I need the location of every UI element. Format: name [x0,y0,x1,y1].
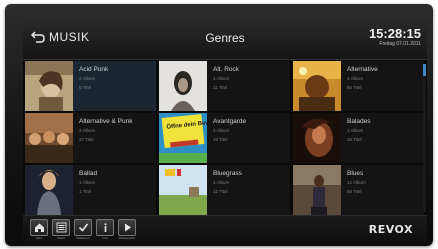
genre-name: Alternative & Punk [79,118,133,125]
genre-track-count: 38 Titel [213,137,228,142]
genre-tile-acid-punk[interactable]: Acid Punk 2 Album 6 Titel [25,61,156,111]
album-cover [293,165,341,215]
genre-tile-alternative[interactable]: Alternative 4 Album 55 Titel [293,61,424,111]
mark-button[interactable]: Markieren [74,219,92,241]
genre-album-count: 1 Album [79,180,96,185]
play-button[interactable]: Wiedergabe [118,219,136,241]
screen: MUSIK Genres 15:28:15 Freitag 07.01.2011 [23,18,427,244]
genre-tile-avantgarde[interactable]: Öffne dein Bewusstsein Avantgarde 2 Albu… [159,113,290,163]
info-icon [104,223,106,232]
album-cover: Öffne dein Bewusstsein [159,113,207,163]
menu-icon [56,222,66,233]
genre-tile-alt-rock[interactable]: Alt. Rock 1 Album 11 Titel [159,61,290,111]
scrollbar[interactable] [423,64,426,212]
genre-tile-alternative-punk[interactable]: Alternative & Punk 2 Album 27 Titel [25,113,156,163]
genre-tile-blues[interactable]: Blues 12 Album 88 Titel [293,165,424,215]
album-cover [25,61,73,111]
genre-tile-ballad[interactable]: Ballad 1 Album 1 Titel [25,165,156,215]
start-label: Start [35,236,43,240]
home-icon [34,223,44,232]
album-cover [293,61,341,111]
info-button[interactable]: Info [96,219,114,241]
mark-label: Markieren [76,236,90,240]
genre-album-count: 2 Album [79,128,96,133]
genre-album-count: 4 Album [347,76,364,81]
genre-track-count: 11 Titel [213,85,228,90]
play-icon [124,223,131,232]
genre-track-count: 1 Titel [79,189,92,194]
start-button[interactable]: Start [30,219,48,241]
genre-album-count: 1 Album [213,76,230,81]
page-title: Genres [205,31,245,45]
genre-name: Avantgarde [213,118,247,125]
genre-album-count: 1 Album [347,128,364,133]
info-label: Info [102,236,108,240]
genre-name: Blues [347,170,364,177]
album-cover [159,61,207,111]
bottom-toolbar: Start Menü Markieren Info Wiedergabe REV… [23,215,427,244]
genre-track-count: 27 Titel [79,137,94,142]
genre-track-count: 55 Titel [347,85,362,90]
genre-name: Acid Punk [79,66,109,73]
scrollbar-thumb[interactable] [423,64,426,76]
album-cover [159,165,207,215]
genre-grid: Acid Punk 2 Album 6 Titel Alt. Rock 1 Al… [23,61,427,215]
genre-album-count: 1 Album [213,180,230,185]
genre-tile-bluegrass[interactable]: Bluegrass 1 Album 12 Titel [159,165,290,215]
check-icon [78,223,88,232]
header-bar: MUSIK Genres 15:28:15 Freitag 07.01.2011 [23,18,427,60]
album-cover [25,113,73,163]
menu-button[interactable]: Menü [52,219,70,241]
genre-track-count: 16 Titel [347,137,362,142]
genre-track-count: 6 Titel [79,85,92,90]
device-bezel: MUSIK Genres 15:28:15 Freitag 07.01.2011 [5,4,433,246]
clock-time: 15:28:15 [368,26,421,41]
genre-name: Ballad [79,170,98,177]
genre-name: Alternative [347,66,378,73]
album-cover [25,165,73,215]
genre-album-count: 2 Album [79,76,96,81]
genre-track-count: 12 Titel [213,189,228,194]
play-label: Wiedergabe [118,236,136,240]
genre-album-count: 12 Album [347,180,366,185]
genre-track-count: 88 Titel [347,189,362,194]
genre-name: Alt. Rock [213,66,240,73]
revox-logo: REVOX [368,223,413,236]
clock: 15:28:15 Freitag 07.01.2011 [369,27,421,48]
genre-album-count: 2 Album [213,128,230,133]
genre-name: Bluegrass [213,170,242,177]
clock-date: Freitag 07.01.2011 [379,41,421,47]
genre-tile-balades[interactable]: Balades 1 Album 16 Titel [293,113,424,163]
genre-name: Balades [347,118,371,125]
menu-label: Menü [57,236,65,240]
album-cover [293,113,341,163]
